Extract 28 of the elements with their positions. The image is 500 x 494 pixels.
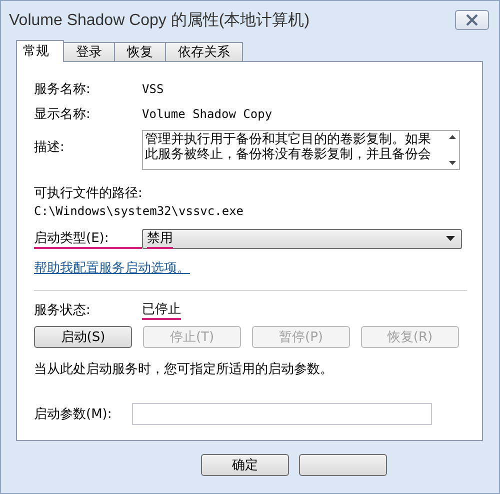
close-button[interactable] — [455, 10, 489, 30]
field-value: Volume Shadow Copy — [142, 106, 272, 120]
description-text: 管理并执行用于备份和其它目的的卷影复制。如果此服务被终止，备份将没有卷影复制，并且备份会 — [144, 131, 432, 164]
path-text: C:\Windows\system32\vssvc.exe — [34, 204, 245, 218]
tab[interactable]: 依存关系 — [165, 42, 243, 61]
window-title: Volume Shadow Copy 的属性(本地计算机) — [9, 10, 311, 30]
scroll-up-icon[interactable] — [448, 135, 456, 139]
field-label: 描述: — [34, 139, 66, 157]
hint-text: 当从此处启动服务时，您可指定所适用的启动参数。 — [34, 360, 333, 378]
startup-type-dropdown[interactable]: 禁用 — [142, 228, 462, 248]
field-label: 显示名称: — [34, 106, 92, 122]
tab[interactable]: 恢复 — [114, 42, 166, 61]
field-label: 可执行文件的路径: — [34, 185, 144, 202]
dialog-button[interactable] — [299, 454, 387, 476]
help-link[interactable]: 帮助我配置服务启动选项。 — [34, 258, 190, 276]
dropdown-caret-icon — [446, 236, 455, 241]
field-value: VSS — [142, 82, 164, 96]
field-label: 启动参数(M): — [34, 406, 112, 422]
status-value: 已停止 — [142, 300, 181, 320]
close-icon — [465, 14, 479, 26]
scroll-down-icon[interactable] — [448, 161, 456, 165]
start-parameters-field[interactable] — [132, 402, 432, 424]
field-label: 服务状态: — [34, 302, 92, 318]
ok-button[interactable]: 确定 — [201, 454, 289, 476]
tab[interactable]: 常规 — [16, 40, 64, 62]
tab[interactable]: 登录 — [63, 42, 115, 61]
service-button[interactable]: 启动(S) — [34, 326, 132, 348]
field-label: 服务名称: — [34, 80, 92, 98]
